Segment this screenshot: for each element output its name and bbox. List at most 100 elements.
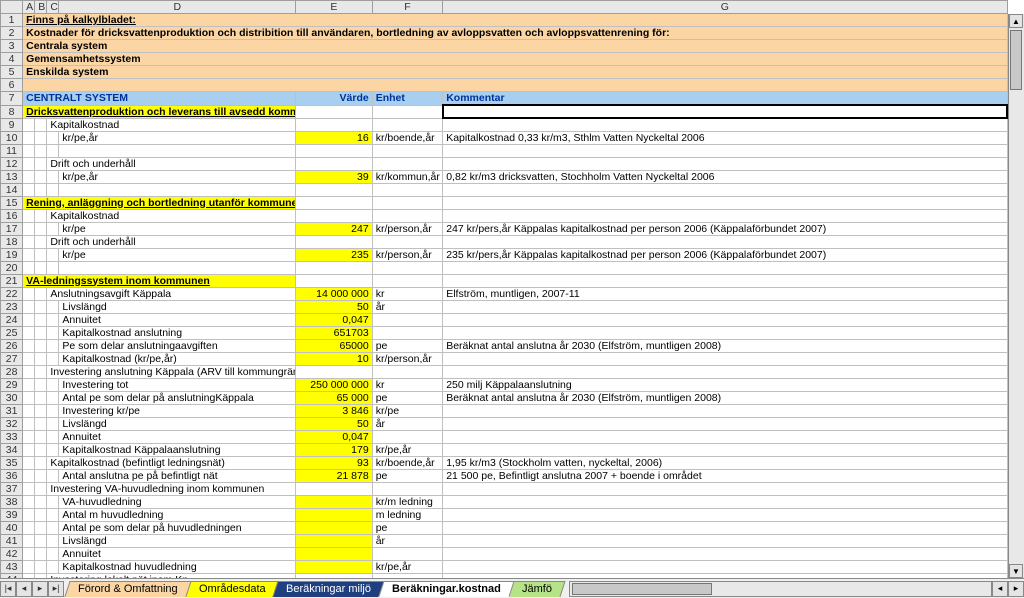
comment-cell[interactable] bbox=[443, 547, 1007, 560]
spreadsheet-grid[interactable]: A B C D E F G 1Finns på kalkylbladet:2Ko… bbox=[0, 0, 1008, 578]
comment-cell[interactable] bbox=[443, 508, 1007, 521]
comment-cell[interactable] bbox=[443, 235, 1007, 248]
comment-cell[interactable]: 0,82 kr/m3 dricksvatten, Stochholm Vatte… bbox=[443, 170, 1007, 183]
value-cell[interactable]: 651703 bbox=[296, 326, 373, 339]
row-header-44[interactable]: 44 bbox=[1, 573, 23, 578]
vscroll-thumb[interactable] bbox=[1010, 30, 1022, 90]
value-cell[interactable]: 39 bbox=[296, 170, 373, 183]
row-header-15[interactable]: 15 bbox=[1, 196, 23, 209]
horizontal-scrollbar[interactable] bbox=[569, 581, 992, 597]
row-header-3[interactable]: 3 bbox=[1, 40, 23, 53]
comment-cell[interactable] bbox=[443, 326, 1007, 339]
value-cell[interactable] bbox=[296, 183, 373, 196]
sheet-tab[interactable]: Förord & Omfattning bbox=[64, 581, 191, 597]
row-header-36[interactable]: 36 bbox=[1, 469, 23, 482]
value-cell[interactable] bbox=[296, 547, 373, 560]
row-header-8[interactable]: 8 bbox=[1, 105, 23, 118]
scroll-left-arrow[interactable]: ◂ bbox=[992, 581, 1008, 597]
comment-cell[interactable]: 21 500 pe, Befintligt anslutna 2007 + bo… bbox=[443, 469, 1007, 482]
value-cell[interactable] bbox=[296, 261, 373, 274]
row-header-22[interactable]: 22 bbox=[1, 287, 23, 300]
row-header-13[interactable]: 13 bbox=[1, 170, 23, 183]
info-row-1[interactable]: Finns på kalkylbladet: bbox=[23, 14, 1007, 27]
row-header-18[interactable]: 18 bbox=[1, 235, 23, 248]
row-header-27[interactable]: 27 bbox=[1, 352, 23, 365]
scroll-down-arrow[interactable]: ▼ bbox=[1009, 564, 1023, 578]
comment-cell[interactable] bbox=[443, 144, 1007, 157]
row-header-33[interactable]: 33 bbox=[1, 430, 23, 443]
value-cell[interactable]: 50 bbox=[296, 300, 373, 313]
comment-cell[interactable] bbox=[443, 495, 1007, 508]
value-cell[interactable]: 16 bbox=[296, 131, 373, 144]
row-header-7[interactable]: 7 bbox=[1, 92, 23, 106]
subsection-header[interactable]: Rening, anläggning och bortledning utanf… bbox=[23, 196, 296, 209]
row-header-6[interactable]: 6 bbox=[1, 79, 23, 92]
comment-cell[interactable] bbox=[443, 404, 1007, 417]
vertical-scrollbar[interactable]: ▲ ▼ bbox=[1008, 14, 1024, 578]
info-row-4[interactable]: Gemensamhetssystem bbox=[23, 53, 1007, 66]
scroll-right-arrow[interactable]: ▸ bbox=[1008, 581, 1024, 597]
comment-cell[interactable] bbox=[443, 482, 1007, 495]
value-cell[interactable] bbox=[296, 209, 373, 222]
value-cell[interactable]: 10 bbox=[296, 352, 373, 365]
comment-cell[interactable]: Beräknat antal anslutna år 2030 (Elfströ… bbox=[443, 391, 1007, 404]
active-cell-G8[interactable] bbox=[443, 105, 1007, 118]
sheet-tab[interactable]: Beräkningar.kostnad bbox=[379, 581, 515, 597]
tab-nav-next[interactable]: ▸ bbox=[32, 581, 48, 597]
select-all-corner[interactable] bbox=[1, 1, 23, 14]
comment-cell[interactable]: 1,95 kr/m3 (Stockholm vatten, nyckeltal,… bbox=[443, 456, 1007, 469]
comment-cell[interactable]: Kapitalkostnad 0,33 kr/m3, Sthlm Vatten … bbox=[443, 131, 1007, 144]
value-cell[interactable]: 235 bbox=[296, 248, 373, 261]
row-header-43[interactable]: 43 bbox=[1, 560, 23, 573]
column-header-row[interactable]: A B C D E F G bbox=[1, 1, 1008, 14]
row-header-40[interactable]: 40 bbox=[1, 521, 23, 534]
row-header-16[interactable]: 16 bbox=[1, 209, 23, 222]
row-header-5[interactable]: 5 bbox=[1, 66, 23, 79]
tab-nav-prev[interactable]: ◂ bbox=[16, 581, 32, 597]
comment-cell[interactable] bbox=[443, 365, 1007, 378]
row-header-37[interactable]: 37 bbox=[1, 482, 23, 495]
row-header-17[interactable]: 17 bbox=[1, 222, 23, 235]
col-header-F[interactable]: F bbox=[372, 1, 443, 14]
value-cell[interactable] bbox=[296, 508, 373, 521]
sheet-tab[interactable]: Områdesdata bbox=[185, 581, 279, 597]
value-cell[interactable] bbox=[296, 560, 373, 573]
hscroll-thumb[interactable] bbox=[572, 583, 712, 595]
row-header-29[interactable]: 29 bbox=[1, 378, 23, 391]
comment-cell[interactable]: Elfström, muntligen, 2007-11 bbox=[443, 287, 1007, 300]
col-header-A[interactable]: A bbox=[23, 1, 35, 14]
comment-cell[interactable] bbox=[443, 417, 1007, 430]
grid-area[interactable]: A B C D E F G 1Finns på kalkylbladet:2Ko… bbox=[0, 0, 1024, 578]
comment-cell[interactable]: 235 kr/pers,år Käppalas kapitalkostnad p… bbox=[443, 248, 1007, 261]
col-label-comment[interactable]: Kommentar bbox=[443, 92, 1007, 106]
comment-cell[interactable] bbox=[443, 430, 1007, 443]
value-cell[interactable] bbox=[296, 144, 373, 157]
scroll-up-arrow[interactable]: ▲ bbox=[1009, 14, 1023, 28]
row-header-42[interactable]: 42 bbox=[1, 547, 23, 560]
comment-cell[interactable]: Beräknat antal anslutna år 2030 (Elfströ… bbox=[443, 339, 1007, 352]
row-header-10[interactable]: 10 bbox=[1, 131, 23, 144]
row-header-20[interactable]: 20 bbox=[1, 261, 23, 274]
info-row-2[interactable]: Kostnader för dricksvattenproduktion och… bbox=[23, 27, 1007, 40]
value-cell[interactable]: 0,047 bbox=[296, 313, 373, 326]
tab-nav-last[interactable]: ▸| bbox=[48, 581, 64, 597]
value-cell[interactable] bbox=[296, 573, 373, 578]
value-cell[interactable] bbox=[296, 521, 373, 534]
value-cell[interactable]: 21 878 bbox=[296, 469, 373, 482]
row-header-26[interactable]: 26 bbox=[1, 339, 23, 352]
sheet-tab[interactable]: Beräkningar miljö bbox=[273, 581, 385, 597]
tab-nav-first[interactable]: |◂ bbox=[0, 581, 16, 597]
comment-cell[interactable] bbox=[443, 209, 1007, 222]
col-header-C[interactable]: C bbox=[47, 1, 59, 14]
col-label-value[interactable]: Värde bbox=[296, 92, 373, 106]
row-header-9[interactable]: 9 bbox=[1, 118, 23, 131]
row-header-21[interactable]: 21 bbox=[1, 274, 23, 287]
row-header-35[interactable]: 35 bbox=[1, 456, 23, 469]
comment-cell[interactable] bbox=[443, 313, 1007, 326]
row-header-39[interactable]: 39 bbox=[1, 508, 23, 521]
col-header-D[interactable]: D bbox=[59, 1, 296, 14]
comment-cell[interactable] bbox=[443, 573, 1007, 578]
comment-cell[interactable] bbox=[443, 534, 1007, 547]
comment-cell[interactable] bbox=[443, 118, 1007, 131]
comment-cell[interactable] bbox=[443, 352, 1007, 365]
